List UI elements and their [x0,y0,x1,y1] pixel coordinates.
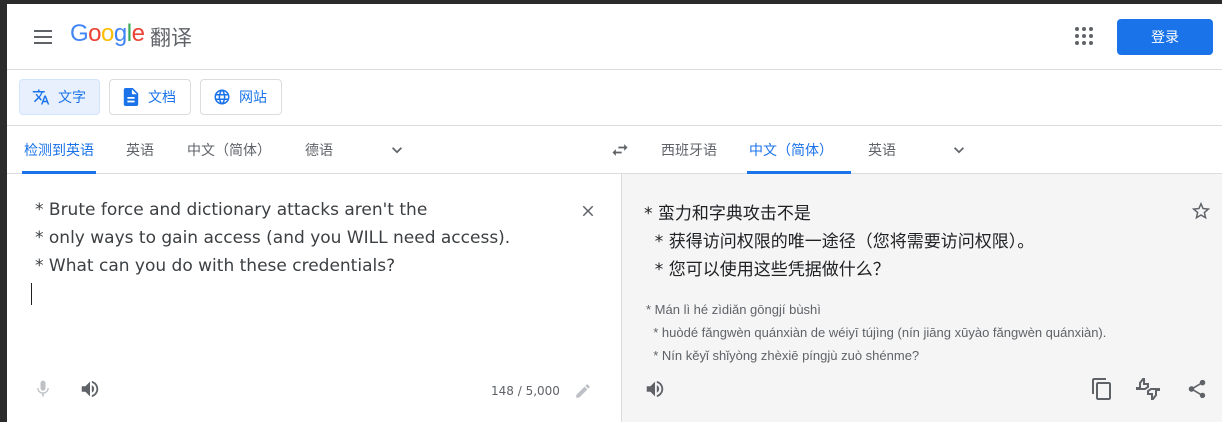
star-icon[interactable] [1190,200,1212,222]
source-text-line[interactable]: * Brute force and dictionary attacks are… [35,200,427,220]
mode-docs-button[interactable]: 文档 [109,79,191,115]
signin-button[interactable]: 登录 [1117,19,1213,55]
translation-line: * 蛮力和字典攻击不是 [644,204,811,224]
mode-sites-button[interactable]: 网站 [200,79,282,115]
pencil-icon[interactable] [574,382,592,400]
source-text-line[interactable]: * only ways to gain access (and you WILL… [35,228,510,248]
top-header: Google 翻译 登录 [7,4,1222,70]
chevron-down-icon[interactable] [949,140,969,160]
swap-languages-icon[interactable] [609,140,631,160]
speaker-icon[interactable] [79,378,101,400]
source-lang-chinese[interactable]: 中文（简体） [185,126,273,174]
romanization-line: * Nín kěyǐ shǐyòng zhèxiē píngjù zuò shé… [646,348,920,363]
source-lang-german[interactable]: 德语 [303,126,335,174]
target-lang-chinese[interactable]: 中文（简体） [747,126,851,174]
chevron-down-icon[interactable] [387,140,407,160]
mode-docs-label: 文档 [148,90,176,106]
target-lang-spanish[interactable]: 西班牙语 [659,126,719,174]
document-icon [122,88,140,106]
speaker-icon[interactable] [644,378,666,400]
target-lang-english[interactable]: 英语 [866,126,898,174]
copy-icon[interactable] [1090,377,1114,401]
translation-line: * 您可以使用这些凭据做什么？ [644,260,890,280]
source-lang-detect[interactable]: 检测到英语 [22,126,96,174]
source-lang-english[interactable]: 英语 [124,126,156,174]
translate-icon [32,88,50,106]
character-count: 148 / 5,000 [491,384,560,398]
mode-text-label: 文字 [58,90,86,106]
menu-icon[interactable] [31,24,55,48]
source-panel[interactable]: * Brute force and dictionary attacks are… [7,174,621,422]
share-icon[interactable] [1186,377,1208,401]
target-panel: * 蛮力和字典攻击不是 * 获得访问权限的唯一途径（您将需要访问权限）。 * 您… [621,174,1222,422]
romanization-line: * Mán lì hé zìdiǎn gōngjí bùshì [646,302,821,317]
translation-line: * 获得访问权限的唯一途径（您将需要访问权限）。 [644,232,1035,252]
language-bar: 检测到英语 英语 中文（简体） 德语 西班牙语 中文（简体） 英语 [7,126,1222,174]
app-title: 翻译 [150,26,192,50]
mode-toolbar: 文字 文档 网站 [7,70,1222,126]
google-logo[interactable]: Google [70,20,145,48]
mode-sites-label: 网站 [239,90,267,106]
source-text-line[interactable]: * What can you do with these credentials… [35,256,395,276]
translate-app: Google 翻译 登录 文字 文档 网站 检测到英语 英语 中文（简体） 德语… [7,4,1222,422]
microphone-icon[interactable] [33,378,53,400]
close-icon[interactable] [579,202,597,220]
globe-icon [213,88,231,106]
text-cursor [31,283,32,305]
mode-text-button[interactable]: 文字 [19,79,100,115]
rate-translation-icon[interactable] [1135,377,1161,401]
romanization-line: * huòdé fǎngwèn quánxiàn de wéiyī tújìng… [646,325,1107,340]
apps-grid-icon[interactable] [1073,25,1095,47]
